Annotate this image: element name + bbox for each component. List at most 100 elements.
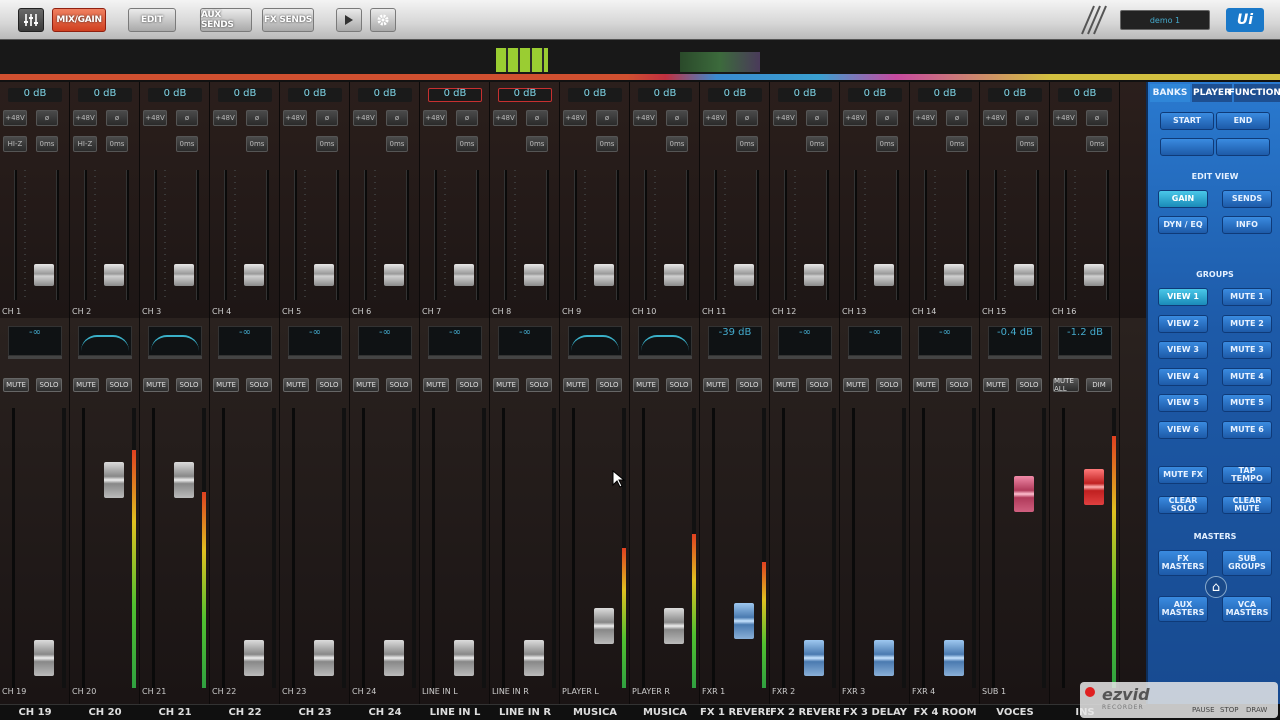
channel-label[interactable]: FX 2 REVERB: [770, 706, 840, 720]
channel-label[interactable]: LINE IN L: [420, 706, 490, 720]
channel-fader[interactable]: [174, 461, 194, 498]
pan-slider[interactable]: [288, 356, 342, 359]
channel-fader[interactable]: [174, 264, 194, 286]
channel-fader[interactable]: [244, 639, 264, 676]
solo-button[interactable]: DIM: [1086, 378, 1112, 392]
gain-readout[interactable]: 0 dB: [428, 88, 482, 102]
channel-fader[interactable]: [944, 639, 964, 676]
solo-button[interactable]: SOLO: [316, 378, 342, 392]
phantom-power-button[interactable]: +48V: [633, 110, 657, 126]
mute-button[interactable]: MUTE: [773, 378, 799, 392]
channel-fader[interactable]: [384, 639, 404, 676]
pan-slider[interactable]: [498, 356, 552, 359]
solo-button[interactable]: SOLO: [176, 378, 202, 392]
group-mute-button[interactable]: MUTE 3: [1222, 341, 1272, 359]
gain-readout[interactable]: 0 dB: [8, 88, 62, 102]
gain-readout[interactable]: 0 dB: [778, 88, 832, 102]
delay-button[interactable]: 0ms: [1016, 136, 1038, 152]
channel-fader[interactable]: [1084, 264, 1104, 286]
solo-button[interactable]: SOLO: [806, 378, 832, 392]
mute-button[interactable]: MUTE: [423, 378, 449, 392]
bank-left-button[interactable]: [1160, 138, 1214, 156]
stop-button[interactable]: STOP: [1220, 706, 1238, 714]
phantom-power-button[interactable]: +48V: [353, 110, 377, 126]
phantom-power-button[interactable]: +48V: [913, 110, 937, 126]
solo-button[interactable]: SOLO: [736, 378, 762, 392]
group-view-button[interactable]: VIEW 1: [1158, 288, 1208, 306]
channel-fader[interactable]: [1014, 476, 1034, 513]
delay-button[interactable]: 0ms: [106, 136, 128, 152]
channel-fader[interactable]: [594, 264, 614, 286]
phase-invert-button[interactable]: ø: [176, 110, 198, 126]
gain-readout[interactable]: 0 dB: [638, 88, 692, 102]
phantom-power-button[interactable]: +48V: [73, 110, 97, 126]
phase-invert-button[interactable]: ø: [36, 110, 58, 126]
channel-fader[interactable]: [804, 264, 824, 286]
gain-readout[interactable]: 0 dB: [918, 88, 972, 102]
delay-button[interactable]: 0ms: [176, 136, 198, 152]
aux-masters-button[interactable]: AUX MASTERS: [1158, 596, 1208, 622]
solo-button[interactable]: SOLO: [666, 378, 692, 392]
phase-invert-button[interactable]: ø: [106, 110, 128, 126]
phase-invert-button[interactable]: ø: [1086, 110, 1108, 126]
group-view-button[interactable]: VIEW 4: [1158, 367, 1208, 386]
mute-button[interactable]: MUTE: [3, 378, 29, 392]
aux-sends-button[interactable]: AUX SENDS: [200, 8, 252, 32]
mute-button[interactable]: MUTE ALL: [1053, 377, 1079, 393]
channel-label[interactable]: CH 19: [0, 706, 70, 720]
channel-fader[interactable]: [944, 264, 964, 286]
pan-slider[interactable]: [638, 356, 692, 359]
channel-fader[interactable]: [314, 264, 334, 286]
gain-readout[interactable]: 0 dB: [358, 88, 412, 102]
delay-button[interactable]: 0ms: [526, 136, 548, 152]
solo-button[interactable]: SOLO: [386, 378, 412, 392]
mute-button[interactable]: MUTE: [563, 378, 589, 392]
phase-invert-button[interactable]: ø: [806, 110, 828, 126]
send-level[interactable]: -∞: [848, 326, 902, 356]
send-level[interactable]: -∞: [8, 326, 62, 356]
group-view-button[interactable]: VIEW 3: [1158, 341, 1208, 359]
solo-button[interactable]: SOLO: [876, 378, 902, 392]
channel-label[interactable]: VOCES: [980, 706, 1050, 720]
phase-invert-button[interactable]: ø: [736, 110, 758, 126]
mute-button[interactable]: MUTE: [913, 378, 939, 392]
pan-slider[interactable]: [148, 356, 202, 359]
show-name[interactable]: demo 1: [1120, 10, 1210, 30]
group-view-button[interactable]: VIEW 2: [1158, 314, 1208, 333]
delay-button[interactable]: 0ms: [1086, 136, 1108, 152]
mute-button[interactable]: MUTE: [353, 378, 379, 392]
pan-slider[interactable]: [78, 356, 132, 359]
fx-sends-button[interactable]: FX SENDS: [262, 8, 314, 32]
send-level[interactable]: -1.2 dB: [1058, 326, 1112, 356]
delay-button[interactable]: 0ms: [946, 136, 968, 152]
phase-invert-button[interactable]: ø: [1016, 110, 1038, 126]
group-mute-button[interactable]: MUTE 2: [1222, 314, 1272, 333]
delay-button[interactable]: 0ms: [736, 136, 758, 152]
channel-label[interactable]: CH 24: [350, 706, 420, 720]
edit-button[interactable]: EDIT: [128, 8, 176, 32]
phase-invert-button[interactable]: ø: [526, 110, 548, 126]
delay-button[interactable]: 0ms: [316, 136, 338, 152]
phase-invert-button[interactable]: ø: [386, 110, 408, 126]
channel-fader[interactable]: [874, 264, 894, 286]
send-level[interactable]: [638, 326, 692, 356]
record-icon[interactable]: [1085, 687, 1095, 697]
send-level[interactable]: -∞: [428, 326, 482, 356]
channel-label[interactable]: FX 3 DELAY: [840, 706, 910, 720]
gain-readout[interactable]: 0 dB: [568, 88, 622, 102]
phantom-power-button[interactable]: +48V: [1053, 110, 1077, 126]
delay-button[interactable]: 0ms: [36, 136, 58, 152]
dyn-eq-view-button[interactable]: DYN / EQ: [1158, 216, 1208, 234]
gain-readout[interactable]: 0 dB: [988, 88, 1042, 102]
fx-masters-button[interactable]: FX MASTERS: [1158, 550, 1208, 576]
send-level[interactable]: [148, 326, 202, 356]
send-level[interactable]: -∞: [778, 326, 832, 356]
send-level[interactable]: [78, 326, 132, 356]
send-level[interactable]: -39 dB: [708, 326, 762, 356]
solo-button[interactable]: SOLO: [1016, 378, 1042, 392]
phase-invert-button[interactable]: ø: [246, 110, 268, 126]
gain-readout[interactable]: 0 dB: [1058, 88, 1112, 102]
channel-fader[interactable]: [454, 264, 474, 286]
solo-button[interactable]: SOLO: [106, 378, 132, 392]
send-level[interactable]: -∞: [498, 326, 552, 356]
